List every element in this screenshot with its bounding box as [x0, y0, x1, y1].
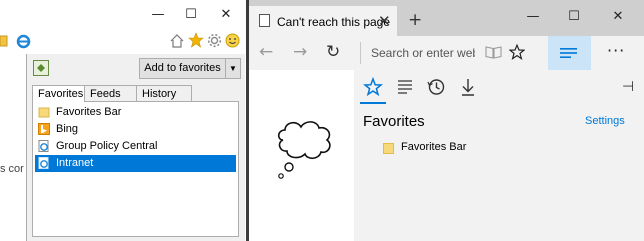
- more-actions-button[interactable]: ···: [607, 41, 625, 60]
- edge-tab[interactable]: Can't reach this page ✕: [249, 6, 397, 36]
- favorites-center-pane: Add to favorites ▼ Favorites Feeds Histo…: [26, 54, 245, 241]
- ie-minimize-button[interactable]: —: [151, 8, 165, 22]
- ie-page-icon: [38, 140, 49, 152]
- hub-downloads-icon[interactable]: [458, 77, 478, 97]
- edge-minimize-button[interactable]: —: [526, 10, 540, 24]
- favorites-list: Favorites Bar Bing Group Policy Central …: [32, 101, 239, 237]
- edge-close-button[interactable]: ✕: [611, 10, 625, 24]
- new-tab-button[interactable]: +: [408, 10, 422, 30]
- edge-maximize-button[interactable]: ☐: [567, 10, 581, 24]
- address-separator: [360, 42, 361, 64]
- ie-command-bar: [0, 30, 246, 54]
- hub-favorites-tab-star-icon[interactable]: [363, 77, 383, 97]
- hub-pane: ⊣ Favorites Settings Favorites Bar: [354, 70, 644, 241]
- hub-reading-list-icon[interactable]: [395, 77, 415, 97]
- page-text-fragment: s cor: [0, 163, 24, 175]
- tab-favorites[interactable]: Favorites: [32, 85, 85, 102]
- reading-view-icon[interactable]: [485, 45, 502, 60]
- add-favorite-star-icon[interactable]: [509, 44, 525, 60]
- hub-icon: [560, 48, 577, 58]
- add-to-favorites-button[interactable]: Add to favorites: [139, 58, 226, 79]
- pin-pane-icon[interactable]: ⊣: [622, 79, 634, 95]
- list-item[interactable]: Bing: [35, 121, 236, 138]
- list-item-label: Group Policy Central: [56, 140, 158, 152]
- home-icon[interactable]: [169, 33, 185, 49]
- tab-feeds[interactable]: Feeds: [84, 85, 137, 101]
- pin-favorites-center-icon[interactable]: [33, 60, 49, 76]
- list-item[interactable]: Favorites Bar: [35, 104, 236, 121]
- ie-logo-icon[interactable]: [16, 34, 31, 49]
- edge-tab-bar: Can't reach this page ✕ + — ☐ ✕: [249, 0, 644, 36]
- list-item-label: Favorites Bar: [56, 106, 122, 118]
- error-page-area: [249, 70, 354, 241]
- tab-favicon-icon[interactable]: [0, 35, 8, 47]
- folder-icon: [38, 107, 50, 118]
- tab-title: Can't reach this page: [277, 15, 391, 29]
- ie-maximize-button[interactable]: ☐: [184, 8, 198, 22]
- back-button[interactable]: ←: [259, 42, 273, 62]
- ie-titlebar: — ☐ ✕: [0, 0, 246, 30]
- refresh-button[interactable]: ↻: [326, 42, 340, 62]
- hub-settings-link[interactable]: Settings: [585, 115, 625, 127]
- tab-close-button[interactable]: ✕: [378, 12, 391, 30]
- forward-button[interactable]: →: [293, 42, 307, 62]
- tab-history[interactable]: History: [136, 85, 192, 101]
- list-item[interactable]: Intranet: [35, 155, 236, 172]
- ie-page-content: [0, 54, 26, 241]
- active-tab-indicator: [360, 102, 386, 104]
- add-to-favorites-dropdown[interactable]: ▼: [226, 58, 241, 79]
- gear-icon[interactable]: [207, 33, 222, 48]
- smiley-feedback-icon[interactable]: [225, 33, 240, 48]
- edge-window: Can't reach this page ✕ + — ☐ ✕ ← → ↻ Se…: [249, 0, 644, 241]
- folder-icon: [383, 143, 394, 154]
- list-item[interactable]: Group Policy Central: [35, 138, 236, 155]
- ie-close-button[interactable]: ✕: [219, 8, 233, 22]
- hub-list-item-label[interactable]: Favorites Bar: [401, 141, 466, 153]
- favorites-star-icon[interactable]: [188, 32, 204, 48]
- list-item-label: Bing: [56, 123, 79, 135]
- thinking-cloud-illustration: [277, 121, 331, 179]
- hub-history-icon[interactable]: [426, 77, 446, 97]
- page-document-icon: [259, 14, 270, 27]
- address-search-input[interactable]: Search or enter web ad: [371, 46, 475, 60]
- list-item-label: Intranet: [56, 157, 94, 169]
- ie-window: — ☐ ✕ s cor Add to favorites ▼ Favorites…: [0, 0, 246, 241]
- hub-title: Favorites: [363, 113, 425, 130]
- bing-icon: [38, 123, 50, 135]
- ie-page-icon: [38, 157, 49, 169]
